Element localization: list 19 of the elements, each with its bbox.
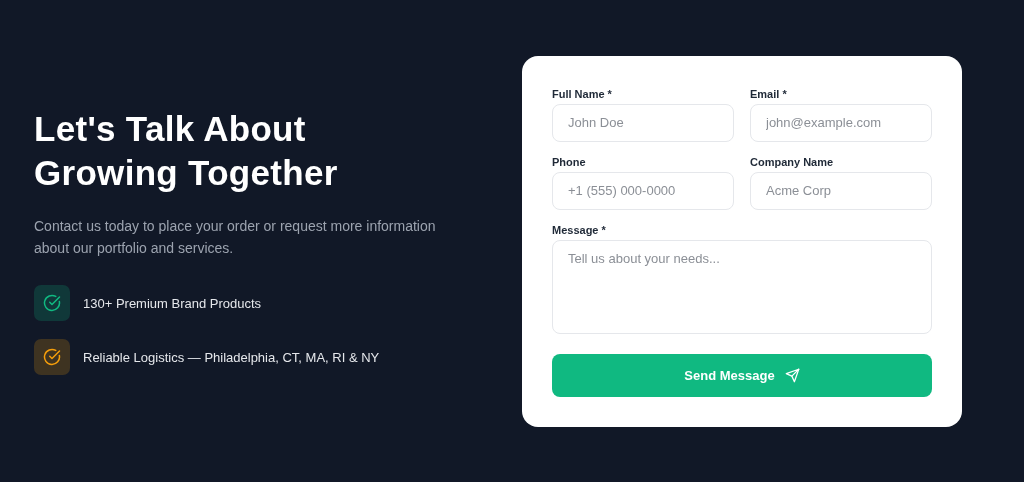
input-field[interactable]: John Doe — [552, 103, 734, 142]
heading-line: Let's Talk About — [34, 108, 307, 150]
check-circle-icon — [43, 348, 61, 366]
feature-text: Reliable Logistics — Philadelphia, CT, MA, RI & NY — [83, 349, 380, 365]
send-message-button[interactable]: Send Message — [552, 353, 932, 397]
field-label: Email * — [750, 87, 788, 100]
heading-line: Growing Together — [34, 152, 339, 194]
feature-text: 130+ Premium Brand Products — [83, 295, 262, 311]
intro-text: Contact us today to place your order or request more information about our portfolio and services. — [34, 217, 437, 258]
field-label: Company Name — [750, 155, 835, 168]
check-circle-icon — [43, 294, 61, 312]
message-field[interactable]: Tell us about your needs... — [552, 239, 932, 334]
input-field[interactable]: Acme Corp — [750, 171, 932, 210]
input-field[interactable]: john@example.com — [750, 103, 932, 142]
send-icon — [784, 367, 800, 383]
input-field[interactable]: +1 (555) 000-0000 — [552, 171, 734, 210]
field-label: Message * — [552, 223, 607, 236]
field-label: Full Name * — [552, 87, 613, 100]
field-label: Phone — [552, 155, 587, 168]
